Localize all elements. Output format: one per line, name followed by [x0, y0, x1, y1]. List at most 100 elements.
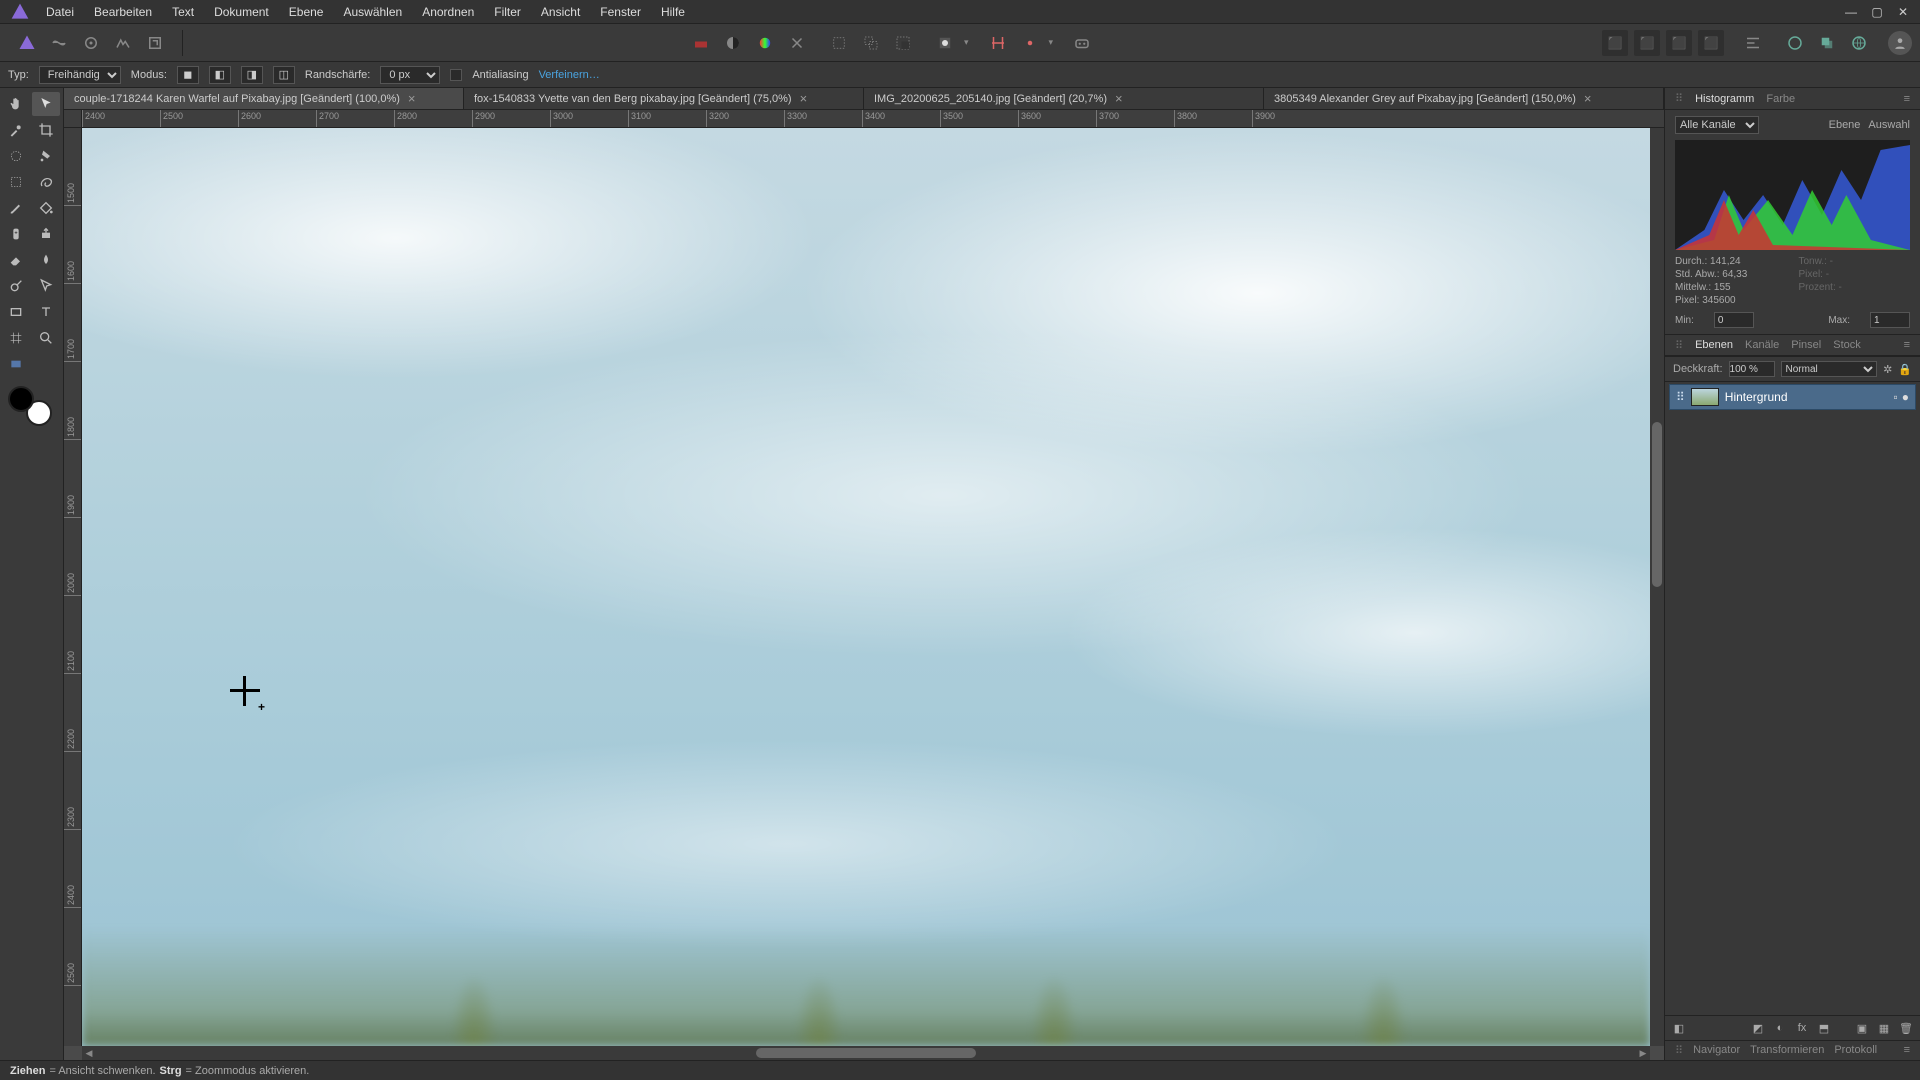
mode-sub-icon[interactable]: ◨	[241, 66, 263, 84]
antialias-checkbox[interactable]	[450, 69, 462, 81]
menu-text[interactable]: Text	[162, 0, 204, 24]
opacity-input[interactable]	[1729, 361, 1775, 377]
doc-tab-3[interactable]: IMG_20200625_205140.jpg [Geändert] (20,7…	[864, 88, 1264, 109]
drag-handle-icon[interactable]: ⠿	[1676, 390, 1685, 404]
menu-bearbeiten[interactable]: Bearbeiten	[84, 0, 162, 24]
layers-studio-icon[interactable]	[1814, 30, 1840, 56]
close-tab-icon[interactable]: ×	[408, 91, 416, 106]
canvas[interactable]: +	[82, 128, 1650, 1046]
paint-brush-tool-icon[interactable]	[2, 196, 30, 220]
text-tool-icon[interactable]	[32, 300, 60, 324]
quickmask-icon[interactable]	[932, 30, 958, 56]
sel-new-icon[interactable]	[826, 30, 852, 56]
add-adjustment-icon[interactable]: ◐	[1772, 1020, 1788, 1036]
autolevels-icon[interactable]	[784, 30, 810, 56]
arrange-forward-icon[interactable]: ⬛	[1666, 30, 1692, 56]
blend-select[interactable]: Normal	[1781, 361, 1878, 377]
mask-preview-icon[interactable]: ◧	[1671, 1020, 1687, 1036]
window-close-icon[interactable]: ✕	[1890, 0, 1916, 24]
dock-handle-icon[interactable]: ⠿	[1675, 1044, 1683, 1057]
assistant-icon[interactable]	[1069, 30, 1095, 56]
marquee-rect-tool-icon[interactable]	[2, 170, 30, 194]
dodge-tool-icon[interactable]	[2, 274, 30, 298]
move-tool-icon[interactable]	[32, 92, 60, 116]
tab-stock[interactable]: Stock	[1833, 339, 1861, 351]
menu-ebene[interactable]: Ebene	[279, 0, 334, 24]
mode-new-icon[interactable]: ◼	[177, 66, 199, 84]
doc-tab-4[interactable]: 3805349 Alexander Grey auf Pixabay.jpg […	[1264, 88, 1664, 109]
scroll-thumb паумb[interactable]	[756, 1048, 976, 1058]
mode-intersect-icon[interactable]: ◫	[273, 66, 295, 84]
layer-row[interactable]: ⠿ Hintergrund ▫ ●	[1669, 384, 1916, 410]
fill-tool-icon[interactable]	[32, 196, 60, 220]
tab-ebenen[interactable]: Ebenen	[1695, 339, 1733, 351]
auswahl-toggle[interactable]: Auswahl	[1868, 119, 1910, 131]
tab-navigator[interactable]: Navigator	[1693, 1044, 1740, 1057]
tab-kanaele[interactable]: Kanäle	[1745, 339, 1779, 351]
menu-datei[interactable]: Datei	[36, 0, 84, 24]
group-icon[interactable]: ▣	[1854, 1020, 1870, 1036]
tab-transformieren[interactable]: Transformieren	[1750, 1044, 1824, 1057]
foreground-color-swatch[interactable]	[8, 386, 34, 412]
scroll-right-icon[interactable]: ▶	[1636, 1046, 1650, 1060]
dock-handle-icon[interactable]: ⠿	[1675, 339, 1683, 352]
sel-add-icon[interactable]	[858, 30, 884, 56]
sync-icon[interactable]	[1782, 30, 1808, 56]
window-maximize-icon[interactable]: ▢	[1864, 0, 1890, 24]
layer-thumbnail[interactable]	[1691, 388, 1719, 406]
menu-ansicht[interactable]: Ansicht	[531, 0, 590, 24]
snap-settings-icon[interactable]	[1017, 30, 1043, 56]
refine-button[interactable]: Verfeinern…	[539, 69, 600, 81]
globe-icon[interactable]	[1846, 30, 1872, 56]
max-input[interactable]	[1870, 312, 1910, 328]
menu-filter[interactable]: Filter	[484, 0, 531, 24]
snap-icon[interactable]	[985, 30, 1011, 56]
layer-lock-icon[interactable]: ▫	[1893, 390, 1897, 404]
view-tool-icon[interactable]	[2, 352, 30, 376]
tab-farbe[interactable]: Farbe	[1766, 93, 1795, 105]
feather-select[interactable]: 0 px	[380, 66, 440, 84]
doc-tab-2[interactable]: fox-1540833 Yvette van den Berg pixabay.…	[464, 88, 864, 109]
persona-tonemap-icon[interactable]	[110, 30, 136, 56]
menu-fenster[interactable]: Fenster	[590, 0, 651, 24]
add-layer-icon[interactable]: ▦	[1876, 1020, 1892, 1036]
ruler-vertical[interactable]: 1500 1600 1700 1800 1900 2000 2100 2200 …	[64, 128, 82, 1046]
crop-tool-icon[interactable]	[32, 118, 60, 142]
autocontrast-icon[interactable]	[720, 30, 746, 56]
layer-visibility-icon[interactable]: ●	[1902, 390, 1909, 404]
clone-tool-icon[interactable]	[32, 222, 60, 246]
account-avatar-icon[interactable]	[1888, 31, 1912, 55]
color-picker-tool-icon[interactable]	[2, 118, 30, 142]
zoom-tool-icon[interactable]	[32, 326, 60, 350]
window-minimize-icon[interactable]: —	[1838, 0, 1864, 24]
scrollbar-horizontal[interactable]: ◀ ▶	[82, 1046, 1650, 1060]
channel-select[interactable]: Alle Kanäle	[1675, 116, 1759, 134]
selection-brush-tool-icon[interactable]	[2, 144, 30, 168]
close-tab-icon[interactable]: ×	[1584, 91, 1592, 106]
tab-protokoll[interactable]: Protokoll	[1834, 1044, 1877, 1057]
pen-tool-icon[interactable]	[32, 274, 60, 298]
typ-select[interactable]: Freihändig	[39, 66, 121, 84]
merge-icon[interactable]: ⬒	[1816, 1020, 1832, 1036]
arrange-backward-icon[interactable]: ⬛	[1634, 30, 1660, 56]
add-mask-icon[interactable]: ◩	[1750, 1020, 1766, 1036]
panel-menu-icon[interactable]: ≡	[1904, 1044, 1910, 1057]
menu-auswaehlen[interactable]: Auswählen	[333, 0, 412, 24]
close-tab-icon[interactable]: ×	[800, 91, 808, 106]
hand-tool-icon[interactable]	[2, 92, 30, 116]
persona-export-icon[interactable]	[142, 30, 168, 56]
menu-hilfe[interactable]: Hilfe	[651, 0, 695, 24]
erase-tool-icon[interactable]	[2, 248, 30, 272]
autowb-icon[interactable]	[752, 30, 778, 56]
doc-tab-1[interactable]: couple-1718244 Karen Warfel auf Pixabay.…	[64, 88, 464, 109]
tab-histogramm[interactable]: Histogramm	[1695, 93, 1754, 105]
persona-liquify-icon[interactable]	[46, 30, 72, 56]
panel-menu-icon[interactable]: ≡	[1904, 93, 1910, 105]
autocolor-icon[interactable]	[688, 30, 714, 56]
scrollbar-vertical[interactable]	[1650, 128, 1664, 1046]
min-input[interactable]	[1714, 312, 1754, 328]
healing-brush-tool-icon[interactable]	[2, 222, 30, 246]
panel-menu-icon[interactable]: ≡	[1904, 339, 1910, 351]
lock-icon[interactable]: 🔒	[1898, 363, 1912, 376]
close-tab-icon[interactable]: ×	[1115, 91, 1123, 106]
